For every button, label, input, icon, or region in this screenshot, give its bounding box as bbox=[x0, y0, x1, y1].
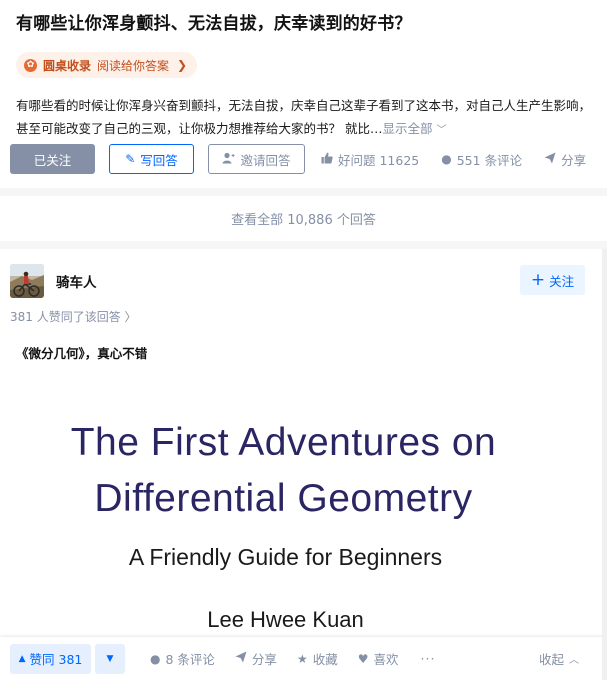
voters-link[interactable]: 381 人赞同了该回答 〉 bbox=[10, 308, 137, 325]
question-actions: 已关注 ✎ 写回答 邀请回答 好问题 11625 ● 551 条评论 分享 bbox=[10, 144, 607, 174]
question-title[interactable]: 有哪些让你浑身颤抖、无法自拔，庆幸读到的好书？ bbox=[16, 9, 412, 34]
favorite-button[interactable]: ★ 收藏 bbox=[297, 649, 338, 668]
answer-text: 《微分几何》，真心不错 bbox=[16, 346, 148, 361]
view-all-answers-link[interactable]: 查看全部 10,886 个回答 bbox=[0, 196, 607, 241]
answer-action-bar: ▲ 赞同 381 ▼ ● 8 条评论 分享 ★ 收藏 ♥ 喜欢 ··· 收起 ︿ bbox=[0, 637, 607, 680]
book-title-line2: Differential Geometry bbox=[94, 477, 473, 520]
write-answer-button[interactable]: ✎ 写回答 bbox=[109, 144, 194, 174]
triangle-down-icon: ▼ bbox=[106, 653, 114, 664]
question-card: 有哪些让你浑身颤抖、无法自拔，庆幸读到的好书？ ✿ 圆桌收录 阅读给你答案 ❯ … bbox=[0, 0, 607, 188]
write-answer-label: 写回答 bbox=[140, 152, 178, 168]
invite-user-icon bbox=[222, 152, 236, 167]
roundtable-tag[interactable]: ✿ 圆桌收录 阅读给你答案 ❯ bbox=[16, 52, 198, 78]
book-subtitle: A Friendly Guide for Beginners bbox=[128, 544, 443, 570]
answer-comments-button[interactable]: ● 8 条评论 bbox=[150, 649, 215, 668]
paper-plane-icon bbox=[235, 651, 247, 666]
question-description: 有哪些看的时候让你浑身兴奋到颤抖，无法自拔，庆幸自己这辈子看到了这本书，对自己人… bbox=[16, 94, 601, 142]
question-share-label: 分享 bbox=[561, 152, 587, 168]
pencil-icon: ✎ bbox=[125, 152, 136, 166]
plus-icon: + bbox=[530, 269, 546, 290]
invite-answer-button[interactable]: 邀请回答 bbox=[208, 144, 305, 174]
book-author: Lee Hwee Kuan bbox=[207, 607, 364, 632]
thumbs-up-icon bbox=[321, 152, 333, 167]
like-label: 喜欢 bbox=[373, 652, 399, 667]
collapse-button[interactable]: 收起 ︿ bbox=[539, 649, 579, 668]
comment-icon: ● bbox=[150, 651, 161, 666]
star-icon: ★ bbox=[296, 651, 308, 666]
roundtable-name: 圆桌收录 bbox=[43, 58, 92, 73]
question-description-text: 有哪些看的时候让你浑身兴奋到颤抖，无法自拔，庆幸自己这辈子看到了这本书，对自己人… bbox=[16, 98, 592, 136]
followed-button[interactable]: 已关注 bbox=[10, 144, 95, 174]
favorite-label: 收藏 bbox=[312, 652, 338, 667]
question-comments-label: 551 条评论 bbox=[456, 152, 523, 168]
follow-label: 关注 bbox=[549, 273, 575, 289]
good-question-label: 好问题 11625 bbox=[338, 152, 420, 168]
book-cover-image[interactable]: The First Adventures on Differential Geo… bbox=[0, 369, 607, 637]
answer-comments-label: 8 条评论 bbox=[165, 652, 215, 667]
paper-plane-icon bbox=[544, 152, 556, 167]
answer-card: 骑车人 + 关注 381 人赞同了该回答 〉 《微分几何》，真心不错 The F… bbox=[0, 249, 607, 680]
show-all-link[interactable]: 显示全部 bbox=[382, 121, 432, 136]
question-comments-button[interactable]: ● 551 条评论 bbox=[441, 150, 522, 169]
answer-share-button[interactable]: 分享 bbox=[235, 649, 277, 668]
follow-author-button[interactable]: + 关注 bbox=[520, 265, 585, 295]
upvote-label: 赞同 381 bbox=[29, 652, 83, 667]
roundtable-cta: 阅读给你答案 bbox=[97, 58, 170, 73]
chevron-right-icon: ❯ bbox=[177, 58, 188, 72]
downvote-button[interactable]: ▼ bbox=[95, 643, 125, 674]
answer-share-label: 分享 bbox=[251, 652, 277, 667]
invite-answer-label: 邀请回答 bbox=[240, 152, 291, 168]
good-question-button[interactable]: 好问题 11625 bbox=[321, 150, 419, 169]
heart-icon: ♥ bbox=[357, 651, 369, 666]
roundtable-icon: ✿ bbox=[24, 58, 37, 72]
chevron-down-icon[interactable]: ﹀ bbox=[437, 125, 447, 136]
avatar[interactable] bbox=[10, 264, 44, 298]
upvote-button[interactable]: ▲ 赞同 381 bbox=[10, 643, 91, 674]
question-share-button[interactable]: 分享 bbox=[544, 150, 586, 169]
chevron-up-icon: ︿ bbox=[569, 655, 580, 666]
comment-icon: ● bbox=[441, 152, 452, 166]
collapse-label: 收起 bbox=[539, 652, 565, 667]
scrollbar-track[interactable] bbox=[602, 249, 607, 680]
author-name[interactable]: 骑车人 bbox=[56, 271, 97, 291]
triangle-up-icon: ▲ bbox=[18, 653, 26, 664]
book-title-line1: The First Adventures on bbox=[70, 421, 497, 464]
answer-more-button[interactable]: ··· bbox=[421, 651, 436, 666]
like-button[interactable]: ♥ 喜欢 bbox=[358, 649, 399, 668]
